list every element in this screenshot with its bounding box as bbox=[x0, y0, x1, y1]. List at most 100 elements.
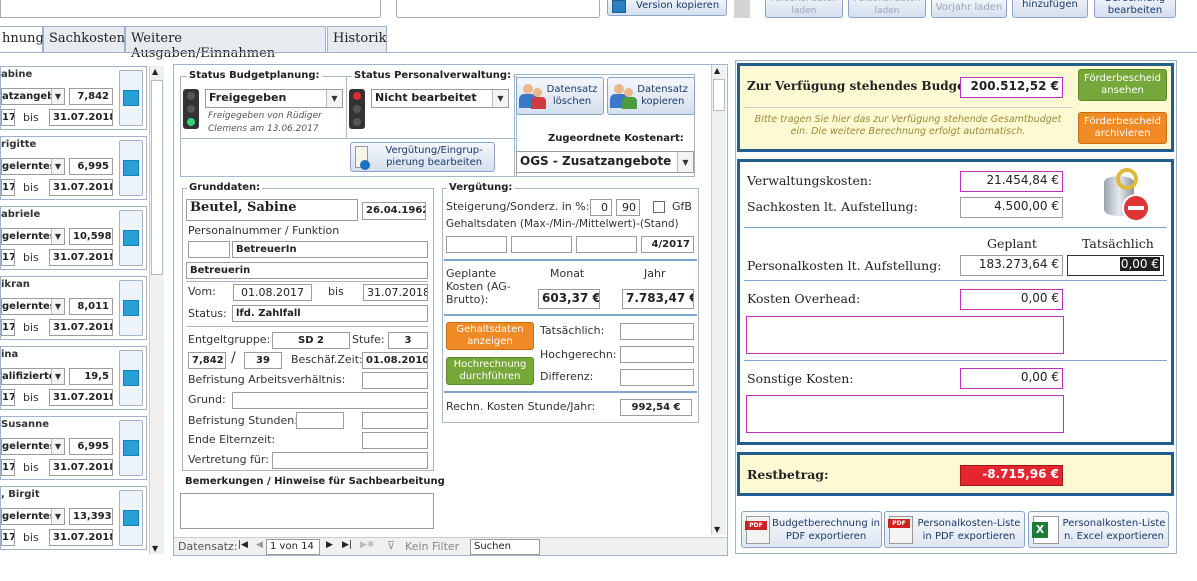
nav-first-icon[interactable]: |◀ bbox=[238, 540, 248, 550]
elternzeit-field[interactable] bbox=[362, 432, 428, 449]
bis-field[interactable]: 31.07.2018 bbox=[363, 284, 428, 301]
add-button[interactable]: hinzufügen bbox=[1012, 0, 1088, 18]
edit-calculation-button[interactable]: Berechnung bearbeiten bbox=[1094, 0, 1176, 18]
filter-label[interactable]: Kein Filter bbox=[405, 540, 459, 553]
chevron-down-icon[interactable]: ▼ bbox=[51, 89, 64, 104]
steigerung-field-2[interactable]: 90 bbox=[616, 199, 640, 216]
person-card[interactable]: ikran gelerntes I ▼ 8,011 17 bis 31.07.2018 bbox=[0, 276, 147, 340]
tats-field[interactable] bbox=[620, 323, 694, 340]
person-start-field[interactable]: 17 bbox=[1, 179, 15, 196]
person-start-field[interactable]: 17 bbox=[1, 249, 15, 266]
nav-new-icon[interactable]: ▶✱ bbox=[360, 540, 374, 550]
sonstige-field[interactable]: 0,00 € bbox=[960, 368, 1063, 389]
diff-field[interactable] bbox=[620, 369, 694, 386]
search-input[interactable]: Suchen bbox=[470, 539, 540, 555]
vertretung-field[interactable] bbox=[272, 452, 428, 469]
chevron-down-icon[interactable]: ▼ bbox=[326, 90, 342, 107]
person-start-field[interactable]: 17 bbox=[1, 459, 15, 476]
person-value-field[interactable]: 6,995 bbox=[69, 158, 113, 175]
entgeltgruppe-field[interactable]: SD 2 bbox=[272, 332, 350, 349]
vom-field[interactable]: 01.08.2017 bbox=[233, 284, 312, 301]
person-group-select[interactable]: gelerntes I ▼ bbox=[1, 228, 65, 245]
person-end-field[interactable]: 31.07.2018 bbox=[49, 319, 113, 336]
person-value-field[interactable]: 6,995 bbox=[69, 438, 113, 455]
person-end-field[interactable]: 31.07.2018 bbox=[49, 109, 113, 126]
export-personal-excel-button[interactable]: X Personalkosten-Liste n. Excel exportie… bbox=[1028, 511, 1169, 548]
top-field-middle[interactable] bbox=[396, 0, 600, 18]
employee-name-field[interactable]: Beutel, Sabine bbox=[186, 199, 358, 221]
budget-field[interactable]: 200.512,52 € bbox=[960, 77, 1063, 98]
edit-verguetung-button[interactable]: Vergütung/Eingrup-pierung bearbeiten bbox=[350, 142, 495, 172]
person-card[interactable]: abriele gelerntes I ▼ 10,598 17 bis 31.07.2018 bbox=[0, 206, 147, 270]
version-copy-button[interactable]: Version kopieren bbox=[607, 0, 727, 16]
scroll-up-icon[interactable]: ▲ bbox=[152, 67, 158, 76]
person-card[interactable]: Susanne gelerntes I ▼ 6,995 17 bis 31.07.2018 bbox=[0, 416, 147, 480]
overhead-field[interactable]: 0,00 € bbox=[960, 289, 1063, 310]
scroll-down-icon[interactable]: ▼ bbox=[152, 544, 158, 553]
person-end-field[interactable]: 31.07.2018 bbox=[49, 459, 113, 476]
foerderbescheid-ansehen-button[interactable]: Förderbescheid ansehen bbox=[1078, 69, 1167, 101]
status-personal-select[interactable]: Nicht bearbeitet ▼ bbox=[371, 89, 509, 108]
gehalt-stand-field[interactable]: 4/2017 bbox=[641, 236, 694, 253]
scroll-up-icon[interactable]: ▲ bbox=[714, 66, 720, 75]
birth-date-field[interactable]: 26.04.1962 bbox=[362, 202, 426, 220]
open-person-button[interactable] bbox=[119, 490, 143, 546]
personalnummer-field[interactable] bbox=[188, 241, 230, 258]
person-group-select[interactable]: gelerntes I ▼ bbox=[1, 298, 65, 315]
load-personal-button-2[interactable]: Personal daten laden bbox=[848, 0, 926, 18]
status-field[interactable]: lfd. Zahlfall bbox=[232, 305, 428, 322]
form-scrollbar[interactable]: ▲ ▼ bbox=[711, 65, 726, 535]
copy-record-button[interactable]: Datensatz kopieren bbox=[607, 77, 695, 115]
kostenart-select[interactable]: OGS - Zusatzangebote ▼ bbox=[516, 151, 694, 173]
rechn-field[interactable]: 992,54 € bbox=[620, 399, 692, 416]
hochrechnung-button[interactable]: Hochrechnung durchführen bbox=[446, 357, 534, 385]
befristung-stunden-field[interactable] bbox=[296, 412, 344, 429]
open-person-button[interactable] bbox=[119, 420, 143, 476]
tab-weitere-ausgaben[interactable]: Weitere Ausgaben/Einnahmen bbox=[125, 26, 326, 61]
stufe-field[interactable]: 3 bbox=[388, 332, 428, 349]
open-person-button[interactable] bbox=[119, 70, 143, 126]
person-value-field[interactable]: 10,598 bbox=[69, 228, 113, 245]
chevron-down-icon[interactable]: ▼ bbox=[51, 299, 64, 314]
tab-sachkosten[interactable]: Sachkosten bbox=[43, 26, 125, 52]
function-display-field[interactable]: Betreuerin bbox=[186, 262, 428, 279]
full-hours-field[interactable]: 39 bbox=[244, 352, 282, 369]
person-group-select[interactable]: gelerntes I ▼ bbox=[1, 438, 65, 455]
steigerung-field-1[interactable]: 0 bbox=[590, 199, 612, 216]
nav-next-icon[interactable]: ▶ bbox=[326, 540, 333, 550]
chevron-down-icon[interactable]: ▼ bbox=[492, 90, 508, 107]
export-personal-pdf-button[interactable]: PDF Personalkosten-Liste in PDF exportie… bbox=[884, 511, 1025, 548]
chevron-down-icon[interactable]: ▼ bbox=[677, 152, 693, 172]
gehaltsdaten-button[interactable]: Gehaltsdaten anzeigen bbox=[446, 322, 534, 350]
chevron-down-icon[interactable]: ▼ bbox=[51, 229, 64, 244]
open-person-button[interactable] bbox=[119, 140, 143, 196]
person-card[interactable]: ina alifiziertes ▼ 19,5 17 bis 31.07.2018 bbox=[0, 346, 147, 410]
person-value-field[interactable]: 19,5 bbox=[69, 368, 113, 385]
foerderbescheid-archivieren-button[interactable]: Förderbescheid archivieren bbox=[1078, 112, 1167, 144]
person-group-select[interactable]: alifiziertes ▼ bbox=[1, 368, 65, 385]
personal-tats-field[interactable]: 0,00 € bbox=[1067, 255, 1164, 276]
chevron-down-icon[interactable]: ▼ bbox=[51, 369, 64, 384]
scroll-down-icon[interactable]: ▼ bbox=[714, 525, 720, 534]
person-value-field[interactable]: 8,011 bbox=[69, 298, 113, 315]
open-person-button[interactable] bbox=[119, 350, 143, 406]
grund-field[interactable] bbox=[232, 392, 428, 409]
top-field-left[interactable] bbox=[0, 0, 381, 18]
open-person-button[interactable] bbox=[119, 210, 143, 266]
nav-prev-icon[interactable]: ◀ bbox=[256, 540, 263, 550]
person-start-field[interactable]: 17 bbox=[1, 389, 15, 406]
jahr-field[interactable]: 7.783,47 € bbox=[622, 289, 694, 309]
gfb-checkbox[interactable] bbox=[653, 201, 665, 213]
person-list-scrollbar[interactable]: ▲ ▼ bbox=[149, 66, 164, 554]
beschzeit-field[interactable]: 01.08.2010 bbox=[362, 352, 428, 369]
person-start-field[interactable]: 17 bbox=[1, 319, 15, 336]
export-budget-pdf-button[interactable]: PDF Budgetberechnung in PDF exportieren bbox=[741, 511, 882, 548]
chevron-down-icon[interactable]: ▼ bbox=[51, 439, 64, 454]
person-end-field[interactable]: 31.07.2018 bbox=[49, 179, 113, 196]
hours-field[interactable]: 7,842 bbox=[188, 352, 226, 369]
hoch-field[interactable] bbox=[620, 346, 694, 363]
person-end-field[interactable]: 31.07.2018 bbox=[49, 529, 113, 546]
function-field[interactable]: BetreuerIn bbox=[232, 241, 428, 258]
gehalt-mittel-field[interactable] bbox=[576, 236, 637, 253]
person-card[interactable]: rigitte gelerntes I ▼ 6,995 17 bis 31.07.2018 bbox=[0, 136, 147, 200]
